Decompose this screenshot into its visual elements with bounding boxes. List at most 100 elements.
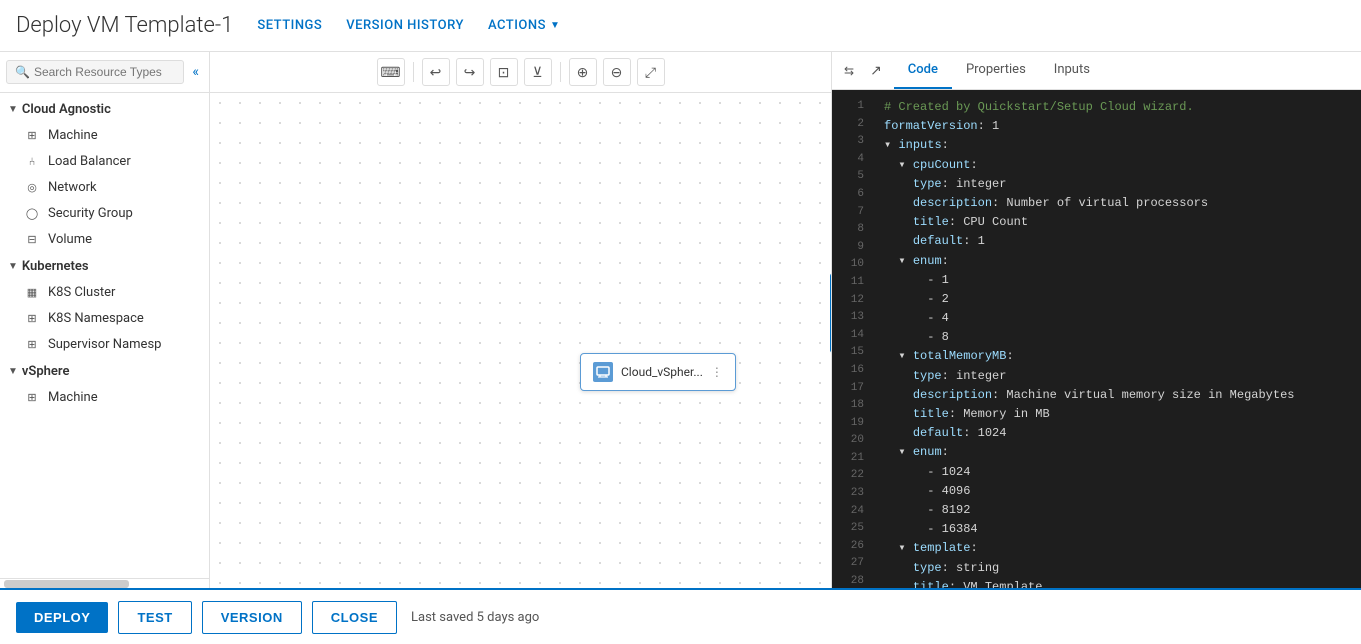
search-input[interactable] bbox=[34, 65, 175, 79]
header: Deploy VM Template-1 SETTINGS VERSION HI… bbox=[0, 0, 1361, 52]
sidebar-horizontal-scrollbar[interactable] bbox=[0, 578, 209, 588]
code-line-13: - 8 bbox=[872, 328, 1361, 347]
chevron-down-icon: ▼ bbox=[8, 261, 18, 272]
supervisor-namespace-icon: ⊞ bbox=[24, 336, 40, 352]
sidebar-item-volume[interactable]: ⊟ Volume bbox=[0, 226, 209, 252]
k8s-cluster-icon: ▦ bbox=[24, 284, 40, 300]
align-button[interactable]: ⊻ bbox=[524, 58, 552, 86]
canvas[interactable]: Cloud_vSpher... ⋮ SUPPORT bbox=[210, 93, 831, 588]
deploy-button[interactable]: DEPLOY bbox=[16, 602, 108, 633]
sidebar-item-security-group[interactable]: ◯ Security Group bbox=[0, 200, 209, 226]
code-line-22: - 8192 bbox=[872, 501, 1361, 520]
zoom-in-button[interactable]: ⊕ bbox=[569, 58, 597, 86]
close-button[interactable]: CLOSE bbox=[312, 601, 397, 634]
volume-icon: ⊟ bbox=[24, 231, 40, 247]
tab-properties[interactable]: Properties bbox=[952, 52, 1040, 89]
node-label: Cloud_vSpher... bbox=[621, 365, 703, 379]
code-line-10: - 1 bbox=[872, 271, 1361, 290]
fullscreen-button[interactable]: ⤢ bbox=[637, 58, 665, 86]
code-line-19: ▾ enum: bbox=[872, 443, 1361, 462]
save-status: Last saved 5 days ago bbox=[411, 610, 539, 625]
canvas-area: ⌨ ↩ ↪ ⊡ ⊻ ⊕ ⊖ ⤢ Cloud_vSphe bbox=[210, 52, 831, 588]
node-context-menu-button[interactable]: ⋮ bbox=[711, 365, 723, 379]
code-line-12: - 4 bbox=[872, 309, 1361, 328]
network-icon: ◎ bbox=[24, 179, 40, 195]
category-kubernetes-header[interactable]: ▼ Kubernetes bbox=[0, 254, 209, 279]
code-line-25: type: string bbox=[872, 559, 1361, 578]
sidebar-item-k8s-namespace[interactable]: ⊞ K8S Namespace bbox=[0, 305, 209, 331]
page-title: Deploy VM Template-1 bbox=[16, 13, 233, 38]
toolbar-separator bbox=[413, 62, 414, 82]
code-line-5: type: integer bbox=[872, 175, 1361, 194]
code-line-3: ▾ inputs: bbox=[872, 136, 1361, 155]
category-cloud-agnostic: ▼ Cloud Agnostic ⊞ Machine ⑃ Load Balanc… bbox=[0, 97, 209, 252]
code-line-20: - 1024 bbox=[872, 463, 1361, 482]
tab-code[interactable]: Code bbox=[894, 52, 952, 89]
header-nav: SETTINGS VERSION HISTORY ACTIONS ▼ bbox=[257, 18, 560, 33]
category-kubernetes: ▼ Kubernetes ▦ K8S Cluster ⊞ K8S Namespa… bbox=[0, 254, 209, 357]
code-panel: ⇆ ↗ Code Properties Inputs 1 2 3 4 5 6 7… bbox=[831, 52, 1361, 588]
code-line-11: - 2 bbox=[872, 290, 1361, 309]
code-line-24: ▾ template: bbox=[872, 539, 1361, 558]
nav-settings[interactable]: SETTINGS bbox=[257, 18, 322, 33]
keyboard-button[interactable]: ⌨ bbox=[377, 58, 405, 86]
code-line-8: default: 1 bbox=[872, 232, 1361, 251]
code-line-21: - 4096 bbox=[872, 482, 1361, 501]
sidebar-item-network[interactable]: ◎ Network bbox=[0, 174, 209, 200]
code-line-15: type: integer bbox=[872, 367, 1361, 386]
code-line-16: description: Machine virtual memory size… bbox=[872, 386, 1361, 405]
sidebar: 🔍 « ▼ Cloud Agnostic ⊞ Machine ⑃ Load Ba… bbox=[0, 52, 210, 588]
undo-button[interactable]: ↩ bbox=[422, 58, 450, 86]
expand-panel-button-2[interactable]: ↗ bbox=[866, 55, 886, 87]
category-cloud-agnostic-header[interactable]: ▼ Cloud Agnostic bbox=[0, 97, 209, 122]
redo-button[interactable]: ↪ bbox=[456, 58, 484, 86]
security-group-icon: ◯ bbox=[24, 205, 40, 221]
code-line-2: formatVersion: 1 bbox=[872, 117, 1361, 136]
sidebar-content: ▼ Cloud Agnostic ⊞ Machine ⑃ Load Balanc… bbox=[0, 93, 209, 578]
code-line-7: title: CPU Count bbox=[872, 213, 1361, 232]
bottom-bar: DEPLOY TEST VERSION CLOSE Last saved 5 d… bbox=[0, 588, 1361, 644]
sidebar-item-vsphere-machine[interactable]: ⊞ Machine bbox=[0, 384, 209, 410]
main-area: 🔍 « ▼ Cloud Agnostic ⊞ Machine ⑃ Load Ba… bbox=[0, 52, 1361, 588]
support-tab[interactable]: SUPPORT bbox=[830, 273, 831, 353]
sidebar-item-k8s-cluster[interactable]: ▦ K8S Cluster bbox=[0, 279, 209, 305]
tab-inputs[interactable]: Inputs bbox=[1040, 52, 1104, 89]
code-panel-tabs: ⇆ ↗ Code Properties Inputs bbox=[832, 52, 1361, 90]
sidebar-item-machine[interactable]: ⊞ Machine bbox=[0, 122, 209, 148]
k8s-namespace-icon: ⊞ bbox=[24, 310, 40, 326]
machine-icon: ⊞ bbox=[24, 127, 40, 143]
sidebar-item-supervisor-namespace[interactable]: ⊞ Supervisor Namesp bbox=[0, 331, 209, 357]
load-balancer-icon: ⑃ bbox=[24, 153, 40, 169]
code-line-6: description: Number of virtual processor… bbox=[872, 194, 1361, 213]
code-line-18: default: 1024 bbox=[872, 424, 1361, 443]
test-button[interactable]: TEST bbox=[118, 601, 191, 634]
category-vsphere: ▼ vSphere ⊞ Machine bbox=[0, 359, 209, 410]
category-vsphere-header[interactable]: ▼ vSphere bbox=[0, 359, 209, 384]
sidebar-item-load-balancer[interactable]: ⑃ Load Balancer bbox=[0, 148, 209, 174]
chevron-down-icon: ▼ bbox=[550, 20, 560, 31]
code-line-17: title: Memory in MB bbox=[872, 405, 1361, 424]
chevron-down-icon: ▼ bbox=[8, 366, 18, 377]
canvas-node-cloud-vsphere[interactable]: Cloud_vSpher... ⋮ bbox=[580, 353, 736, 391]
canvas-toolbar: ⌨ ↩ ↪ ⊡ ⊻ ⊕ ⊖ ⤢ bbox=[210, 52, 831, 93]
code-line-14: ▾ totalMemoryMB: bbox=[872, 347, 1361, 366]
nav-actions[interactable]: ACTIONS ▼ bbox=[488, 18, 560, 33]
vm-icon bbox=[593, 362, 613, 382]
code-line-23: - 16384 bbox=[872, 520, 1361, 539]
search-box[interactable]: 🔍 bbox=[6, 60, 184, 84]
line-numbers: 1 2 3 4 5 6 7 8 9 10 11 12 13 14 15 16 1… bbox=[832, 90, 872, 588]
zoom-out-button[interactable]: ⊖ bbox=[603, 58, 631, 86]
version-button[interactable]: VERSION bbox=[202, 601, 302, 634]
code-line-9: ▾ enum: bbox=[872, 252, 1361, 271]
code-line-1: # Created by Quickstart/Setup Cloud wiza… bbox=[872, 98, 1361, 117]
code-editor[interactable]: # Created by Quickstart/Setup Cloud wiza… bbox=[872, 90, 1361, 588]
toolbar-separator-2 bbox=[560, 62, 561, 82]
expand-panel-button[interactable]: ⇆ bbox=[840, 56, 858, 86]
search-icon: 🔍 bbox=[15, 65, 30, 79]
collapse-sidebar-button[interactable]: « bbox=[188, 62, 203, 82]
chevron-down-icon: ▼ bbox=[8, 104, 18, 115]
nav-version-history[interactable]: VERSION HISTORY bbox=[346, 18, 464, 33]
fit-button[interactable]: ⊡ bbox=[490, 58, 518, 86]
code-line-26: title: VM Template bbox=[872, 578, 1361, 588]
code-line-4: ▾ cpuCount: bbox=[872, 156, 1361, 175]
